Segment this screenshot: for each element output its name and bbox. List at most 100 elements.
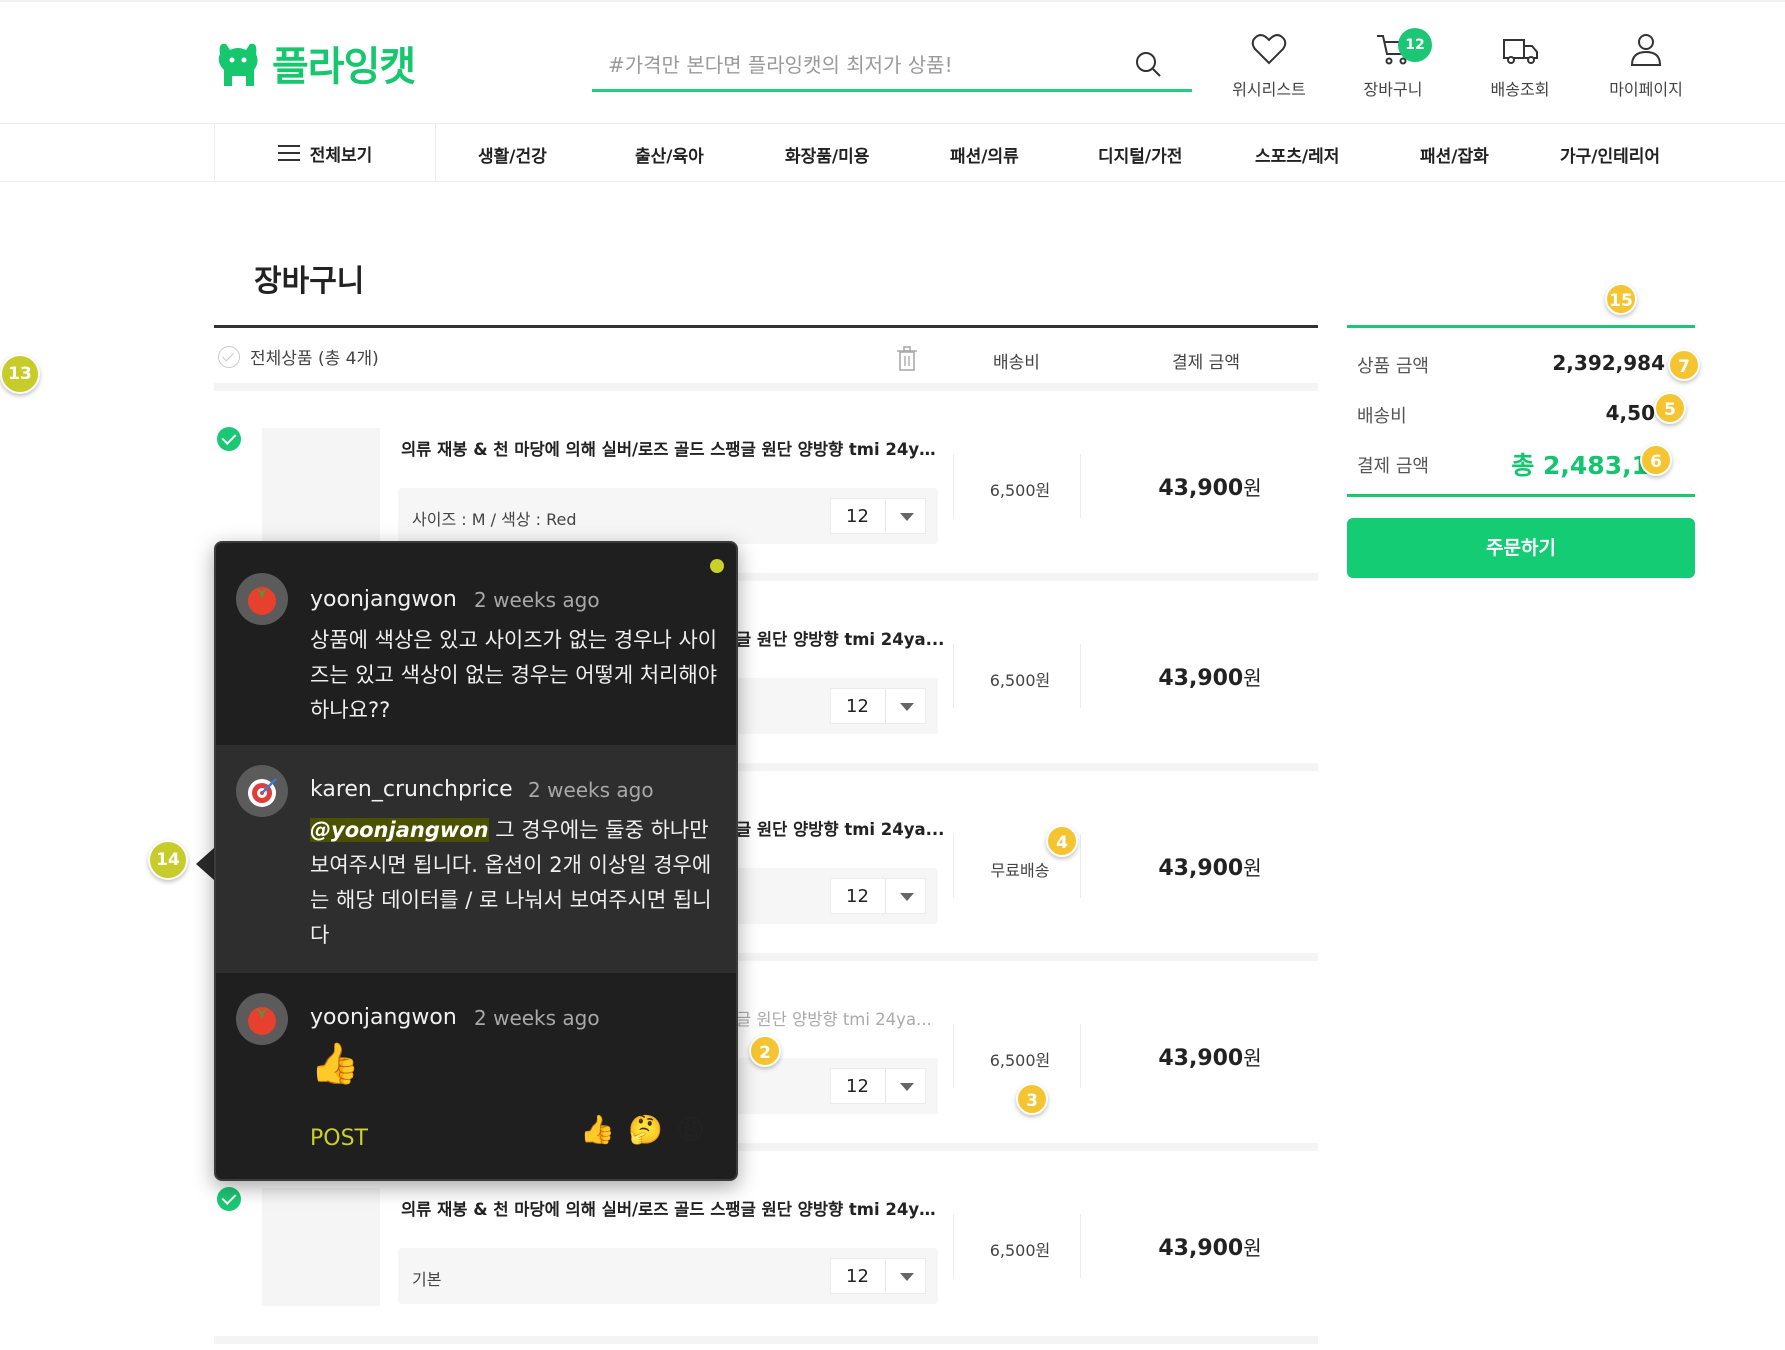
divider (1080, 454, 1081, 518)
cart-count-badge: 12 (1398, 28, 1432, 62)
user-mention[interactable]: @yoonjangwon (310, 818, 489, 842)
divider (953, 454, 954, 518)
row-checkbox[interactable] (217, 427, 241, 451)
site-header: 플라잉캣 위시리스트 12 장바구니 배송조회 (0, 0, 1785, 124)
tomato-icon (248, 1007, 276, 1035)
product-name[interactable]: 의류 재봉 & 천 마당에 의해 실버/로즈 골드 스팽글 원단 양방향 tmi… (401, 1196, 941, 1220)
dart-target-icon (248, 778, 277, 807)
annotation-badge[interactable]: 13 (0, 354, 40, 394)
quantity-value: 12 (846, 1266, 869, 1287)
page-title: 장바구니 (254, 264, 365, 299)
menu-icon (277, 145, 300, 161)
select-all-checkbox[interactable] (218, 346, 240, 368)
annotation-badge[interactable]: 3 (1016, 1083, 1048, 1115)
product-name[interactable]: 글 원단 양방향 tmi 24ya... (736, 626, 946, 650)
product-thumbnail[interactable] (262, 1188, 380, 1306)
nav-item-baby[interactable]: 출산/육아 (635, 142, 704, 167)
nav-item-furniture[interactable]: 가구/인테리어 (1560, 142, 1660, 167)
annotation-badge[interactable]: 5 (1654, 392, 1686, 424)
quantity-select[interactable]: 12 (830, 878, 926, 914)
summary-shipping-label: 배송비 (1357, 406, 1407, 427)
user-icon (1630, 34, 1662, 66)
wishlist-link[interactable]: 위시리스트 (1214, 32, 1324, 100)
divider (953, 834, 954, 898)
nav-item-sports[interactable]: 스포츠/레저 (1255, 142, 1339, 167)
annotation-badge[interactable]: 6 (1640, 444, 1672, 476)
quantity-select[interactable]: 12 (830, 1068, 926, 1104)
comment-item: yoonjangwon 2 weeks ago 👍 (216, 973, 736, 1179)
avatar (236, 993, 288, 1045)
reaction-weary-icon[interactable]: 😩 (676, 1113, 705, 1146)
mypage-link[interactable]: 마이페이지 (1591, 32, 1701, 100)
nav-all-label: 전체보기 (309, 145, 373, 166)
product-name[interactable]: 글 원단 양방향 tmi 24ya... (736, 816, 946, 840)
annotation-badge[interactable]: 2 (749, 1035, 781, 1067)
annotation-badge[interactable]: 15 (1605, 283, 1637, 315)
delivery-tracking-link[interactable]: 배송조회 (1465, 32, 1575, 100)
comment-username[interactable]: karen_crunchprice (310, 777, 513, 802)
product-name[interactable]: 의류 재봉 & 천 마당에 의해 실버/로즈 골드 스팽글 원단 양방향 tmi… (401, 436, 941, 460)
search-icon[interactable] (1134, 50, 1162, 78)
row-price: 43,900원 (1158, 476, 1262, 501)
brand-logo[interactable]: 플라잉캣 (214, 34, 416, 92)
chevron-down-icon (900, 1273, 914, 1281)
divider (953, 1024, 954, 1088)
annotation-badge[interactable]: 7 (1668, 349, 1700, 381)
brand-name: 플라잉캣 (272, 44, 416, 90)
summary-bottom-line (1347, 494, 1695, 497)
quantity-select[interactable]: 12 (830, 1258, 926, 1294)
nav-item-beauty[interactable]: 화장품/미용 (785, 142, 869, 167)
search-input[interactable] (608, 50, 1128, 80)
product-option: 기본 (412, 1270, 442, 1289)
product-option: 사이즈 : M / 색상 : Red (412, 510, 577, 529)
reaction-thumbs-up-icon[interactable]: 👍 (580, 1113, 615, 1146)
comment-item: karen_crunchprice 2 weeks ago @yoonjangw… (216, 745, 736, 973)
cart-table-header (214, 325, 1318, 383)
divider (953, 1214, 954, 1278)
shipping-fee: 6,500원 (989, 481, 1051, 500)
nav-all-categories[interactable]: 전체보기 (214, 124, 436, 182)
shipping-free: 무료배송 (990, 861, 1050, 880)
select-all-label: 전체상품 (총 4개) (250, 349, 379, 369)
quantity-value: 12 (846, 696, 869, 717)
annotation-badge[interactable]: 14 (148, 840, 188, 880)
comment-emoji: 👍 (310, 1041, 360, 1087)
divider (1080, 834, 1081, 898)
summary-product-label: 상품 금액 (1357, 356, 1429, 377)
comment-time: 2 weeks ago (474, 1006, 600, 1030)
shipping-fee: 6,500원 (989, 1051, 1051, 1070)
post-button[interactable]: POST (310, 1126, 368, 1151)
quantity-select[interactable]: 12 (830, 688, 926, 724)
product-option-box: 사이즈 : M / 색상 : Red 12 (398, 488, 938, 544)
wishlist-label: 위시리스트 (1232, 80, 1306, 99)
summary-shipping-value: 4,50 (1605, 401, 1655, 425)
summary-total-value: 총 2,483,1 (1511, 451, 1649, 480)
avatar (236, 765, 288, 817)
nav-item-living[interactable]: 생활/건강 (478, 142, 547, 167)
order-button[interactable]: 주문하기 (1347, 518, 1695, 578)
annotation-badge[interactable]: 4 (1046, 825, 1078, 857)
quantity-select[interactable]: 12 (830, 498, 926, 534)
comment-time: 2 weeks ago (528, 778, 654, 802)
cart-link[interactable]: 12 장바구니 (1338, 28, 1448, 100)
nav-item-fashion[interactable]: 패션/의류 (950, 142, 1019, 167)
quantity-value: 12 (846, 886, 869, 907)
reaction-thinking-icon[interactable]: 🤔 (628, 1113, 663, 1146)
trash-icon[interactable] (896, 346, 918, 372)
comment-username[interactable]: yoonjangwon (310, 587, 457, 612)
avatar (236, 573, 288, 625)
price-column-header: 결제 금액 (1172, 353, 1240, 373)
divider (1080, 1214, 1081, 1278)
truck-icon (1503, 39, 1538, 64)
nav-item-accessories[interactable]: 패션/잡화 (1420, 142, 1489, 167)
row-price: 43,900원 (1158, 666, 1262, 691)
summary-product-value: 2,392,984 (1552, 351, 1665, 375)
comment-username[interactable]: yoonjangwon (310, 1005, 457, 1030)
nav-item-digital[interactable]: 디지털/가전 (1098, 142, 1182, 167)
row-separator (214, 1336, 1318, 1344)
comment-item: yoonjangwon 2 weeks ago 상품에 색상은 있고 사이즈가 … (216, 543, 736, 745)
product-name[interactable]: 글 원단 양방향 tmi 24ya... (736, 1006, 946, 1030)
row-checkbox[interactable] (217, 1187, 241, 1211)
quantity-value: 12 (846, 1076, 869, 1097)
divider (1080, 644, 1081, 708)
